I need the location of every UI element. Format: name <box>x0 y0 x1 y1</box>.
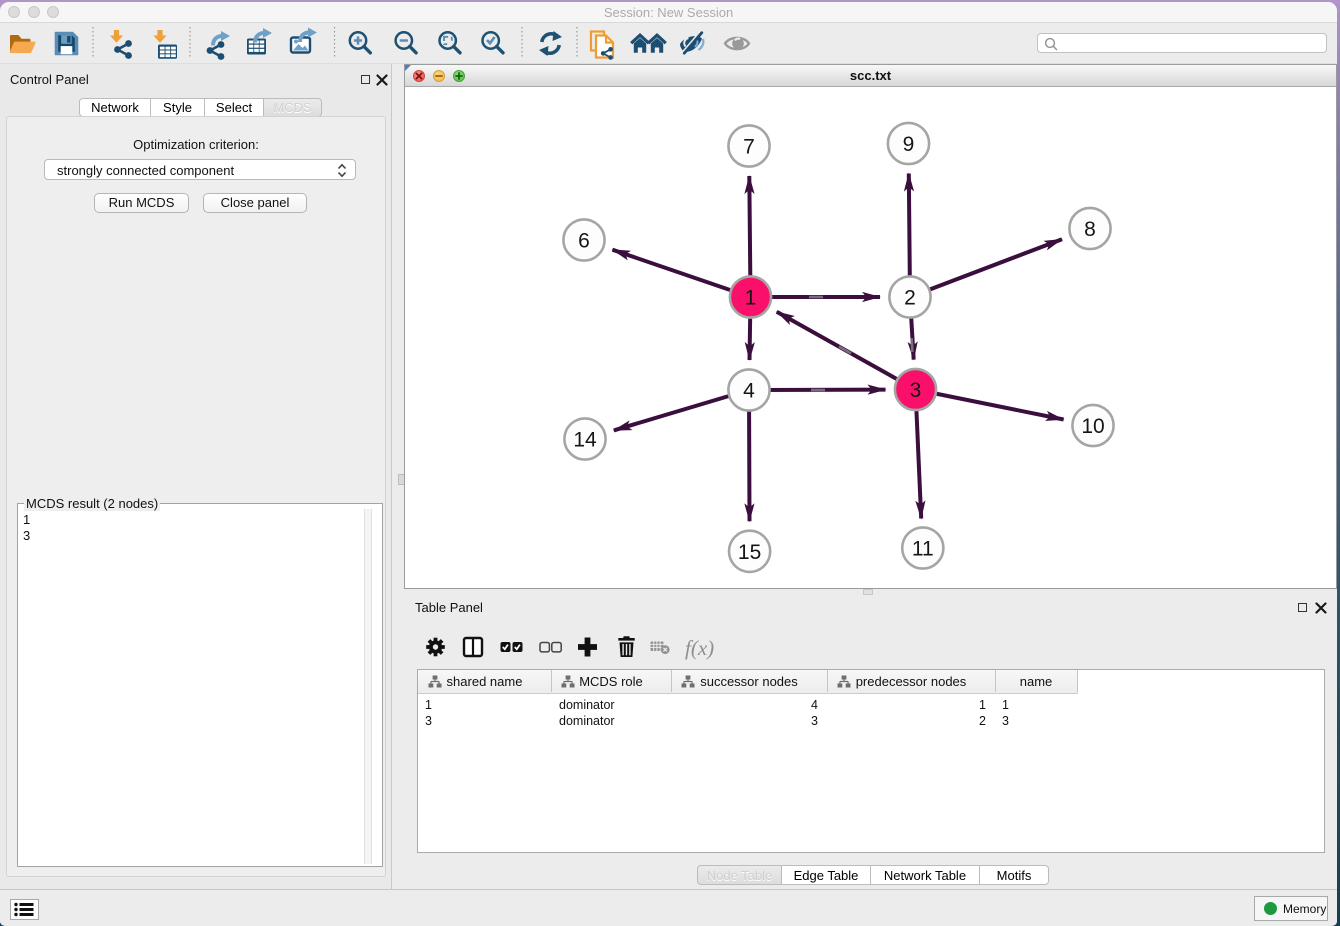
svg-text:f(x): f(x) <box>685 636 714 660</box>
svg-text:4: 4 <box>743 380 755 403</box>
svg-text:14: 14 <box>573 429 597 452</box>
svg-text:3: 3 <box>910 379 922 402</box>
svg-text:6: 6 <box>578 230 590 253</box>
svg-text:10: 10 <box>1081 415 1104 438</box>
svg-text:2: 2 <box>904 287 916 310</box>
svg-text:7: 7 <box>743 136 755 159</box>
svg-text:1: 1 <box>745 287 757 310</box>
svg-text:15: 15 <box>738 541 761 564</box>
svg-text:9: 9 <box>903 133 915 156</box>
svg-text:8: 8 <box>1084 218 1096 241</box>
svg-text:11: 11 <box>912 538 934 561</box>
